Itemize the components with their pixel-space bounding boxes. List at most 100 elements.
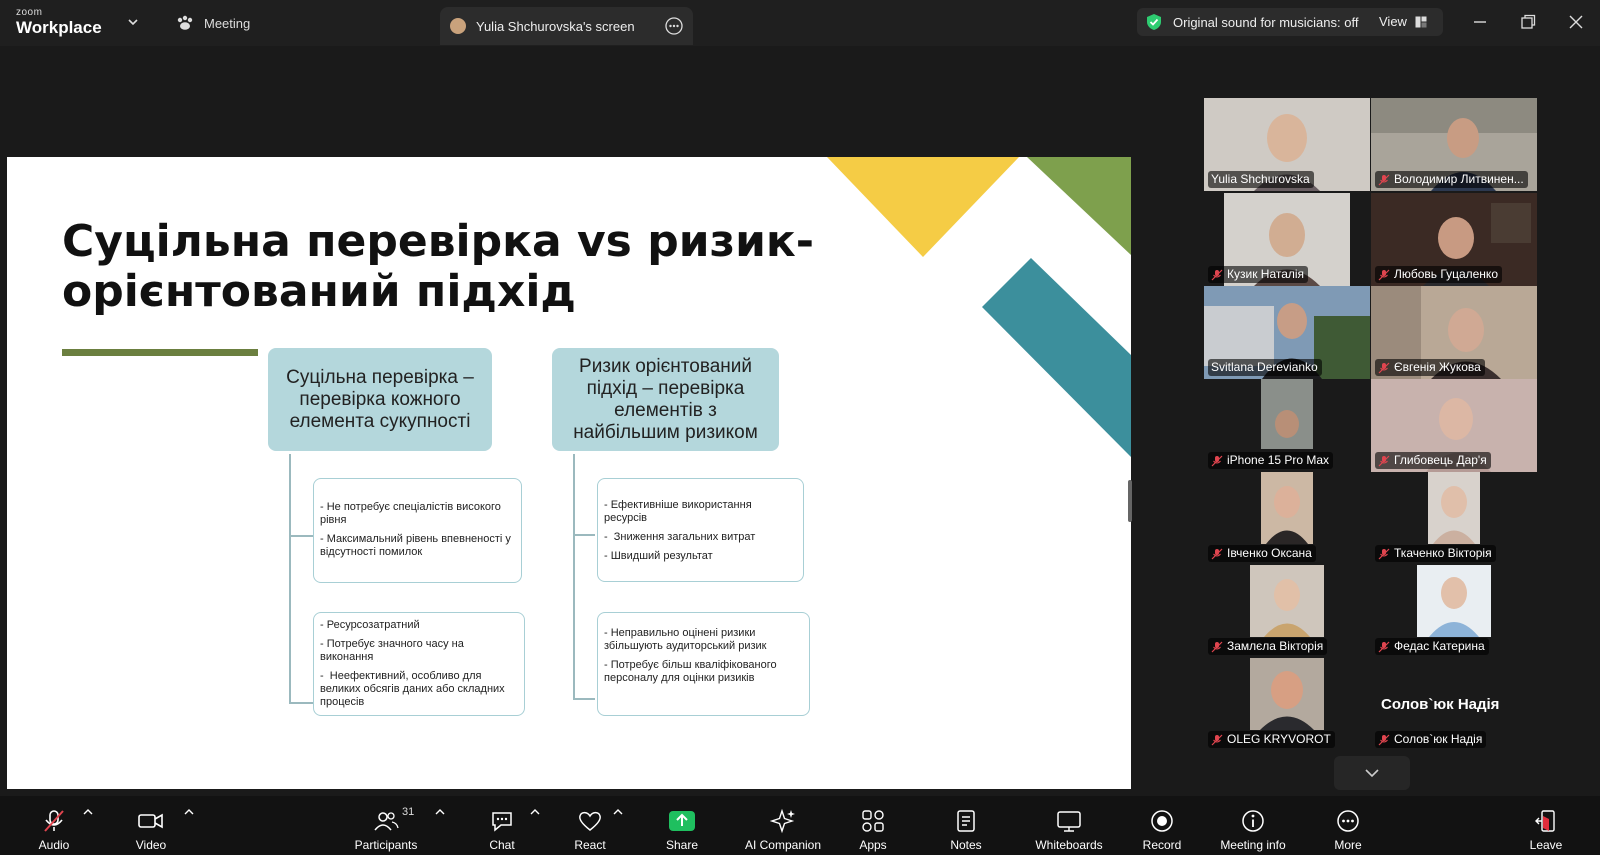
original-sound-indicator[interactable]: Original sound for musicians: off View xyxy=(1137,8,1443,36)
chevron-up-icon[interactable] xyxy=(612,806,624,818)
video-tile[interactable]: Svitlana Derevianko xyxy=(1204,286,1370,379)
mic-muted-icon xyxy=(44,810,64,832)
video-camera-icon xyxy=(138,813,163,829)
connector-line xyxy=(289,454,291,703)
notes-label: Notes xyxy=(950,838,982,852)
more-button[interactable]: More xyxy=(1328,800,1368,852)
olive-triangle xyxy=(1027,157,1131,255)
video-tile[interactable]: Євгенія Жукова xyxy=(1371,286,1537,379)
participants-label: Participants xyxy=(354,838,418,852)
participant-name: iPhone 15 Pro Max xyxy=(1227,453,1330,467)
more-options-icon[interactable] xyxy=(665,17,683,35)
participant-label: OLEG KRYVOROT xyxy=(1208,731,1335,748)
sound-status: Original sound for musicians: off xyxy=(1173,14,1359,30)
chat-button[interactable]: Chat xyxy=(482,800,522,852)
right-heading-box: Ризик орієнтований підхід – перевірка ел… xyxy=(552,348,779,451)
more-label: More xyxy=(1334,838,1362,852)
chevron-up-icon[interactable] xyxy=(434,806,446,818)
teal-band xyxy=(982,258,1131,457)
tab-meeting[interactable]: Meeting xyxy=(176,12,250,34)
mic-muted-icon xyxy=(1211,455,1223,466)
participant-label: Ткаченко Вікторія xyxy=(1375,545,1496,562)
close-icon[interactable] xyxy=(1566,12,1586,32)
chevron-up-icon[interactable] xyxy=(82,806,94,818)
shield-check-icon xyxy=(1147,14,1161,30)
mic-muted-icon xyxy=(1378,548,1390,559)
heart-icon xyxy=(579,811,601,831)
slide-title-line1: Суцільна перевірка vs ризик- xyxy=(62,216,815,267)
shared-screen-area[interactable]: Суцільна перевірка vs ризик- орієнтовани… xyxy=(0,46,1136,796)
video-tile[interactable]: Володимир Литвинен... xyxy=(1371,98,1537,191)
participant-label: Yulia Shchurovska xyxy=(1208,171,1314,188)
apps-button[interactable]: Apps xyxy=(853,800,893,852)
video-tile[interactable]: Замлєла Вікторія xyxy=(1204,565,1370,658)
display-name: Солов`юк Надія xyxy=(1381,696,1500,713)
connector-line xyxy=(289,702,313,704)
mic-muted-icon xyxy=(1211,269,1223,280)
restore-icon[interactable] xyxy=(1518,12,1538,32)
participant-label: Івченко Оксана xyxy=(1208,545,1316,562)
participants-icon xyxy=(374,812,399,831)
video-tile[interactable]: Івченко Оксана xyxy=(1204,472,1370,565)
share-screen-icon xyxy=(669,811,695,831)
mic-muted-icon xyxy=(1378,734,1390,745)
tab-shared-screen[interactable]: Yulia Shchurovska's screen xyxy=(440,7,693,45)
video-tile[interactable]: Глибовець Дар'я xyxy=(1371,379,1537,472)
participant-name: Ткаченко Вікторія xyxy=(1394,546,1492,560)
minimize-icon[interactable] xyxy=(1470,12,1490,32)
view-button[interactable]: View xyxy=(1379,14,1427,29)
participant-label: Солов`юк Надія xyxy=(1375,731,1487,748)
notes-button[interactable]: Notes xyxy=(946,800,986,852)
list-item: - Неправильно оцінені ризики збільшують … xyxy=(604,627,767,652)
title-underline xyxy=(62,349,258,356)
share-button[interactable]: Share xyxy=(662,800,702,852)
list-item: - Ресурсозатратний xyxy=(320,619,420,631)
whiteboards-button[interactable]: Whiteboards xyxy=(1032,800,1106,852)
left-pros-box: - Не потребує спеціалістів високого рівн… xyxy=(313,478,522,583)
video-tile[interactable]: Федас Катерина xyxy=(1371,565,1537,658)
participants-count: 31 xyxy=(402,806,415,818)
meeting-info-label: Meeting info xyxy=(1220,838,1286,852)
participant-label: Глибовець Дар'я xyxy=(1375,452,1491,469)
mic-muted-icon xyxy=(1378,362,1390,373)
chevron-down-icon[interactable] xyxy=(126,15,140,29)
list-item: - Ефективніше використання ресурсів xyxy=(604,499,755,524)
participant-label: Замлєла Вікторія xyxy=(1208,638,1328,655)
chevron-up-icon[interactable] xyxy=(183,806,195,818)
ai-companion-button[interactable]: AI Companion xyxy=(740,800,826,852)
participant-label: Кузик Наталія xyxy=(1208,266,1309,283)
list-item: - Зниження загальних витрат xyxy=(604,531,756,543)
more-icon xyxy=(1337,810,1359,832)
video-tile[interactable]: Солов`юк Надія Солов`юк Надія xyxy=(1371,658,1537,751)
apps-icon xyxy=(862,810,884,832)
slide-title-line2: орієнтований підхід xyxy=(62,266,576,317)
audio-button[interactable]: Audio xyxy=(34,800,74,852)
video-button[interactable]: Video xyxy=(131,800,171,852)
video-tile[interactable]: Yulia Shchurovska xyxy=(1204,98,1370,191)
participant-name: Кузик Наталія xyxy=(1227,267,1305,281)
participant-name: Солов`юк Надія xyxy=(1394,732,1483,746)
splitter-handle[interactable] xyxy=(1128,480,1132,522)
video-label: Video xyxy=(135,838,167,852)
meeting-info-button[interactable]: Meeting info xyxy=(1215,800,1291,852)
react-button[interactable]: React xyxy=(570,800,610,852)
mic-muted-icon xyxy=(1378,455,1390,466)
leave-button[interactable]: Leave xyxy=(1526,800,1566,852)
chevron-up-icon[interactable] xyxy=(529,806,541,818)
video-tile[interactable]: Кузик Наталія xyxy=(1204,193,1370,286)
mic-muted-icon xyxy=(1378,174,1390,185)
brand-small: zoom xyxy=(16,7,43,18)
participant-name: Володимир Литвинен... xyxy=(1394,172,1524,186)
participant-label: Федас Катерина xyxy=(1375,638,1489,655)
whiteboards-label: Whiteboards xyxy=(1035,838,1103,852)
video-tile[interactable]: iPhone 15 Pro Max xyxy=(1204,379,1370,472)
chat-icon xyxy=(492,812,512,832)
video-tile[interactable]: Любовь Гуцаленко xyxy=(1371,193,1537,286)
meeting-paw-icon xyxy=(177,15,193,30)
participant-name: Замлєла Вікторія xyxy=(1227,639,1324,653)
list-item: - Неефективний, особливо для великих обс… xyxy=(320,670,508,708)
record-button[interactable]: Record xyxy=(1140,800,1184,852)
video-tile[interactable]: Ткаченко Вікторія xyxy=(1371,472,1537,565)
video-tile[interactable]: OLEG KRYVOROT xyxy=(1204,658,1370,751)
gallery-next-button[interactable] xyxy=(1334,756,1410,790)
